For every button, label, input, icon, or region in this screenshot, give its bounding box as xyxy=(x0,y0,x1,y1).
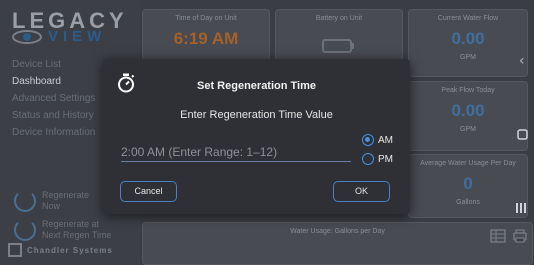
card-battery-title: Battery on Unit xyxy=(315,15,363,22)
card-current-flow-unit: GPM xyxy=(460,54,476,61)
regenerate-next-label-2: Next Regen Time xyxy=(42,230,112,240)
card-time-value[interactable]: 6:19 AM xyxy=(143,29,269,49)
brand-name: Chandler Systems xyxy=(27,245,113,255)
radio-am-circle[interactable] xyxy=(362,134,374,146)
regeneration-time-input[interactable] xyxy=(121,142,351,162)
regenerate-next-button[interactable]: Regenerate at Next Regen Time xyxy=(14,219,112,241)
regenerate-next-icon xyxy=(14,219,36,241)
card-peak-flow: Peak Flow Today 0.00 GPM xyxy=(408,81,528,151)
logo-text-view: VIEW xyxy=(48,28,107,45)
card-usage-chart-title: Water Usage: Gallons per Day xyxy=(290,228,385,235)
radio-am-label: AM xyxy=(378,134,393,146)
menu-lines-icon[interactable] xyxy=(514,202,528,214)
regenerate-now-label-2: Now xyxy=(42,201,61,211)
brand-footer: Chandler Systems xyxy=(8,243,113,257)
chandler-logo-icon xyxy=(8,243,22,257)
card-avg-usage-unit: Gallons xyxy=(456,199,480,206)
radio-pm-label: PM xyxy=(378,153,393,165)
radio-am[interactable]: AM xyxy=(362,134,393,146)
card-avg-usage-value: 0 xyxy=(463,174,473,193)
card-current-flow-value: 0.00 xyxy=(451,29,485,48)
card-avg-usage-title: Average Water Usage Per Day xyxy=(420,160,516,167)
radio-pm-circle[interactable] xyxy=(362,153,374,165)
square-icon[interactable] xyxy=(517,129,528,140)
card-avg-usage: Average Water Usage Per Day 0 Gallons xyxy=(408,154,528,218)
card-time-title: Time of Day on Unit xyxy=(175,15,237,22)
regenerate-now-button[interactable]: Regenerate Now xyxy=(14,190,89,212)
card-peak-flow-value: 0.00 xyxy=(451,101,485,120)
radio-pm[interactable]: PM xyxy=(362,153,393,165)
dialog-title: Set Regeneration Time xyxy=(197,80,316,92)
eye-logo-icon xyxy=(12,30,42,44)
card-usage-chart: Water Usage: Gallons per Day xyxy=(142,222,533,265)
dialog-prompt: Enter Regeneration Time Value xyxy=(180,109,333,121)
regenerate-next-label-1: Regenerate at xyxy=(42,219,100,229)
battery-icon xyxy=(322,39,354,53)
card-current-flow-title: Current Water Flow xyxy=(437,15,499,22)
regenerate-now-label-1: Regenerate xyxy=(42,190,90,200)
card-peak-flow-title: Peak Flow Today xyxy=(441,87,495,94)
set-regeneration-time-dialog: Set Regeneration Time Enter Regeneration… xyxy=(103,59,410,214)
table-icon[interactable] xyxy=(490,229,506,243)
card-current-flow: Current Water Flow 0.00 GPM xyxy=(408,9,528,77)
regenerate-now-icon xyxy=(14,190,36,212)
chevron-left-icon[interactable]: ‹ xyxy=(519,53,525,69)
cancel-button[interactable]: Cancel xyxy=(120,181,177,202)
printer-icon[interactable] xyxy=(512,229,528,243)
ok-button[interactable]: OK xyxy=(333,181,390,202)
card-peak-flow-unit: GPM xyxy=(460,126,476,133)
